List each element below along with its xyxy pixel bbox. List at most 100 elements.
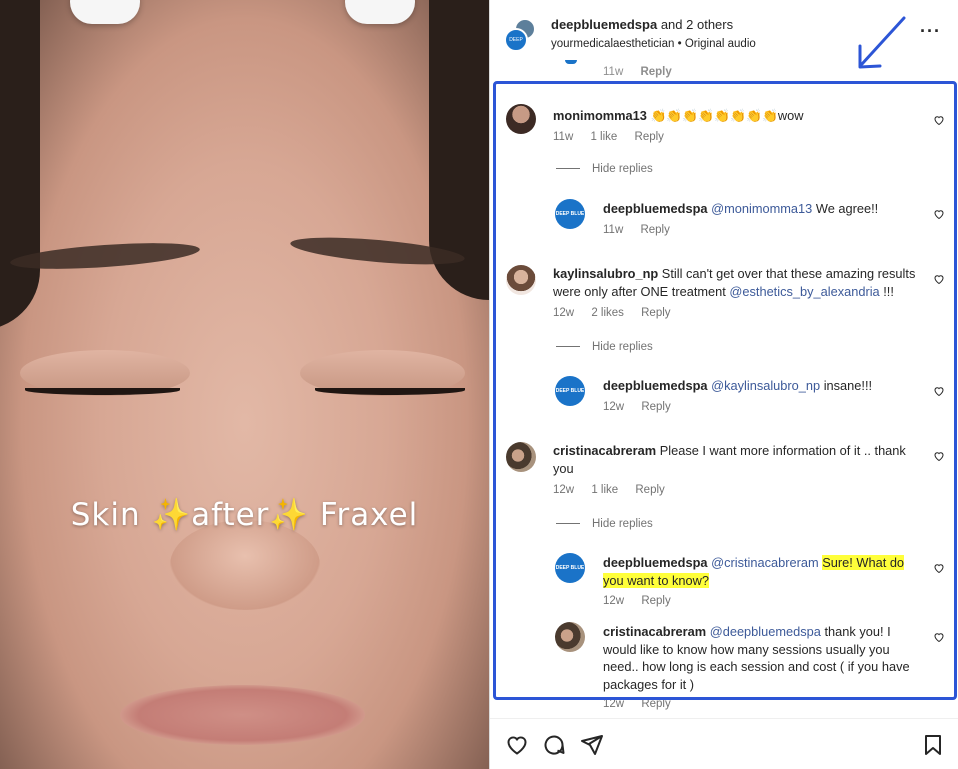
avatar: DEEP BLUE <box>504 28 528 63</box>
headband-clip <box>345 0 415 24</box>
heart-icon[interactable] <box>933 385 945 397</box>
audio-link[interactable]: Original audio <box>685 38 756 50</box>
avatar[interactable] <box>555 622 585 652</box>
comment-time[interactable]: 12w <box>603 595 624 607</box>
reply-button[interactable]: Reply <box>641 595 670 607</box>
heart-icon[interactable] <box>933 273 945 285</box>
avatar[interactable] <box>506 104 536 134</box>
comment-body: 👏👏👏👏👏👏👏👏wow <box>650 108 804 123</box>
divider-line <box>556 168 580 170</box>
likes-count[interactable]: 1 like <box>591 484 618 496</box>
comment-username[interactable]: deepbluemedspa <box>603 378 708 393</box>
comment-text: deepbluemedspa @cristinacabreram Sure! W… <box>603 554 923 589</box>
comment-meta: 12w Reply <box>603 698 685 710</box>
comment-time[interactable]: 11w <box>553 131 573 143</box>
comment-text: cristinacabreram @deepbluemedspa thank y… <box>603 623 915 693</box>
comment-username[interactable]: cristinacabreram <box>553 443 656 458</box>
comment-tail: !!! <box>879 283 894 299</box>
avatar[interactable]: DEEP BLUE <box>555 376 585 406</box>
heart-icon[interactable] <box>933 114 945 126</box>
annotation-arrow-icon <box>858 16 906 69</box>
comment-time[interactable]: 12w <box>553 484 574 496</box>
comment-meta: 12w 2 likes Reply <box>553 307 685 319</box>
mention-link[interactable]: @esthetics_by_alexandria <box>729 284 879 299</box>
hide-replies-label: Hide replies <box>592 341 653 353</box>
divider-line <box>556 346 580 348</box>
likes-count[interactable]: 1 like <box>590 131 617 143</box>
hide-replies-button[interactable]: Hide replies <box>556 518 653 530</box>
comment-time: 11w <box>603 66 624 78</box>
post-author[interactable]: deepbluemedspa and 2 others <box>551 17 733 32</box>
comments-panel: DEEP BLUE deepbluemedspa and 2 others yo… <box>489 0 958 769</box>
reply-button[interactable]: Reply <box>641 307 670 319</box>
mention-link[interactable]: @monimomma13 <box>711 201 812 216</box>
comment-time[interactable]: 12w <box>603 401 624 413</box>
left-lashes <box>25 385 180 395</box>
reply-button[interactable]: Reply <box>640 224 669 236</box>
comment-text: deepbluemedspa @kaylinsalubro_np insane!… <box>603 377 923 395</box>
comment-list[interactable]: 11w Reply monimomma13 👏👏👏👏👏👏👏👏wow 11w 1 … <box>490 60 958 715</box>
comment-meta: 12w Reply <box>603 595 685 607</box>
hide-replies-button[interactable]: Hide replies <box>556 341 653 353</box>
avatar[interactable] <box>506 442 536 472</box>
comment-meta: 12w Reply <box>603 401 685 413</box>
separator: • <box>677 38 682 50</box>
more-horizontal-icon[interactable]: ··· <box>920 22 941 40</box>
hide-replies-button[interactable]: Hide replies <box>556 163 653 175</box>
mention-link[interactable]: @deepbluemedspa <box>710 624 821 639</box>
hair-shape <box>0 0 40 330</box>
send-icon[interactable] <box>580 733 604 757</box>
reply-button[interactable]: Reply <box>641 698 670 710</box>
comment-username[interactable]: deepbluemedspa <box>603 201 708 216</box>
comment-text: cristinacabreram Please I want more info… <box>553 442 923 477</box>
comment-body: insane!!! <box>820 378 873 393</box>
author-username[interactable]: deepbluemedspa <box>551 17 657 32</box>
comment-time[interactable]: 12w <box>603 698 624 710</box>
comment-username[interactable]: monimomma13 <box>553 108 647 123</box>
avatar[interactable]: DEEP BLUE <box>555 553 585 583</box>
heart-icon[interactable] <box>933 208 945 220</box>
headband-clip <box>70 0 140 24</box>
post-subtitle: yourmedicalaesthetician • Original audio <box>551 38 756 50</box>
reply-button[interactable]: Reply <box>635 484 664 496</box>
collaborators-link[interactable]: and 2 others <box>661 17 733 32</box>
comment-username[interactable]: kaylinsalubro_np <box>553 266 658 281</box>
comment-username[interactable]: deepbluemedspa <box>603 555 708 570</box>
avatar[interactable]: DEEP BLUE <box>555 199 585 229</box>
comment-text: kaylinsalubro_np Still can't get over th… <box>553 265 923 300</box>
comment-text: deepbluemedspa @monimomma13 We agree!! <box>603 200 923 218</box>
lips <box>120 685 365 745</box>
comment-text: monimomma13 👏👏👏👏👏👏👏👏wow <box>553 107 923 125</box>
post-image[interactable]: Skin ✨after✨ Fraxel <box>0 0 489 769</box>
heart-icon[interactable] <box>933 631 945 643</box>
mention-link[interactable]: @cristinacabreram <box>711 555 819 570</box>
comment-meta: 11w Reply <box>603 66 672 78</box>
comment-icon[interactable] <box>542 733 566 757</box>
comment-meta: 11w 1 like Reply <box>553 131 678 143</box>
comment-meta: 12w 1 like Reply <box>553 484 679 496</box>
avatar[interactable] <box>506 265 536 295</box>
likes-count[interactable]: 2 likes <box>591 307 624 319</box>
hide-replies-label: Hide replies <box>592 163 653 175</box>
avatar <box>565 60 577 64</box>
divider-line <box>556 523 580 525</box>
bookmark-icon[interactable] <box>921 733 945 757</box>
reply-button[interactable]: Reply <box>640 66 671 78</box>
image-caption-overlay: Skin ✨after✨ Fraxel <box>70 497 419 533</box>
collab-avatars[interactable]: DEEP BLUE <box>504 18 538 63</box>
action-bar <box>490 718 958 769</box>
reply-button[interactable]: Reply <box>641 401 670 413</box>
right-lashes <box>315 385 465 395</box>
sub-account[interactable]: yourmedicalaesthetician <box>551 38 674 50</box>
comment-time[interactable]: 11w <box>603 224 623 236</box>
hide-replies-label: Hide replies <box>592 518 653 530</box>
comment-username[interactable]: cristinacabreram <box>603 624 706 639</box>
heart-icon[interactable] <box>933 562 945 574</box>
comment-meta: 11w Reply <box>603 224 684 236</box>
heart-icon[interactable] <box>505 733 529 757</box>
nose <box>170 520 320 610</box>
reply-button[interactable]: Reply <box>635 131 664 143</box>
heart-icon[interactable] <box>933 450 945 462</box>
comment-time[interactable]: 12w <box>553 307 574 319</box>
mention-link[interactable]: @kaylinsalubro_np <box>711 378 820 393</box>
